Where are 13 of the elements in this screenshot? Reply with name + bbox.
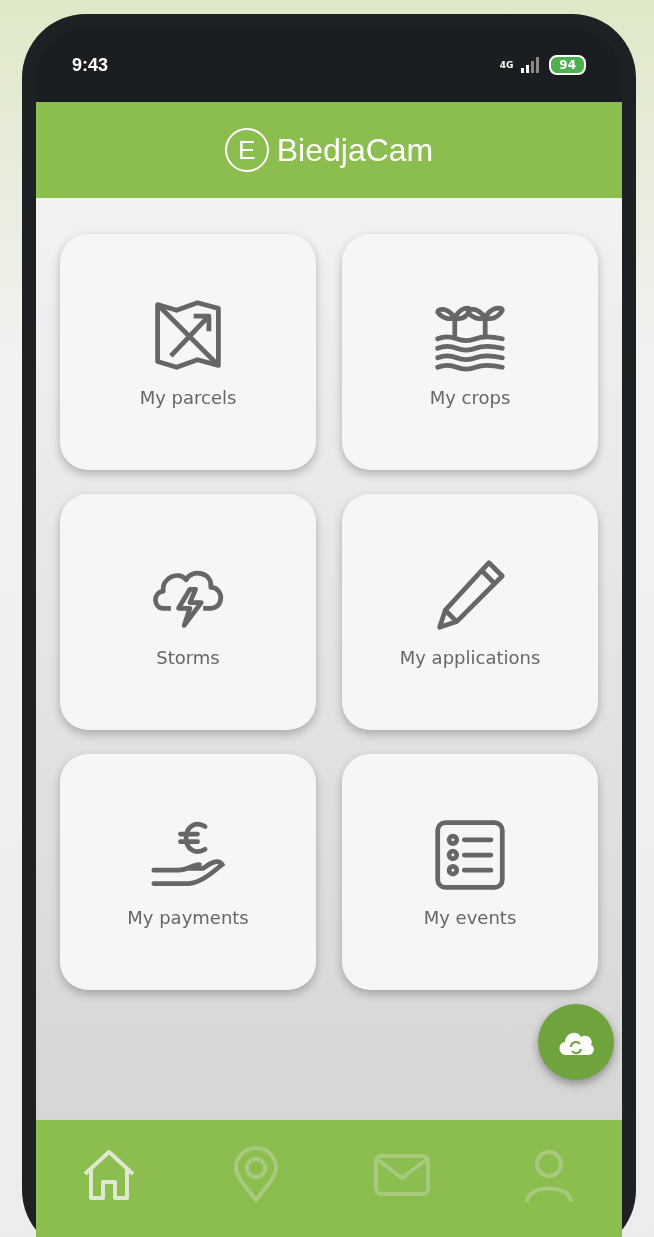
logo-badge: E	[224, 128, 269, 172]
signal-icon	[521, 57, 542, 73]
menu-tile[interactable]: My crops	[342, 234, 598, 470]
menu-tile[interactable]: My events	[342, 754, 598, 990]
status-time: 9:43	[72, 54, 109, 76]
battery-indicator: 94	[549, 55, 586, 75]
menu-tile[interactable]: Storms	[60, 494, 316, 730]
sync-button[interactable]	[538, 1004, 614, 1080]
menu-tile[interactable]: My parcels	[60, 234, 316, 470]
menu-tile[interactable]: My applications	[342, 494, 598, 730]
network-label: 4G	[499, 60, 514, 70]
app-title: BiedjaCam	[276, 131, 434, 169]
menu-tile[interactable]: My payments	[60, 754, 316, 990]
